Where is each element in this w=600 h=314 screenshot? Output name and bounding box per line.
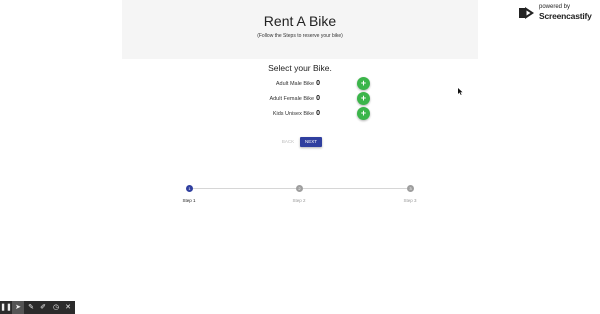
close-icon[interactable]: ✕ bbox=[62, 301, 74, 314]
pause-icon[interactable]: ❚❚ bbox=[0, 301, 12, 314]
step-1-label: Step 1 bbox=[182, 198, 196, 203]
cursor-icon[interactable]: ➤ bbox=[12, 301, 24, 314]
bike-count: 0 bbox=[316, 110, 320, 117]
back-button[interactable]: BACK bbox=[278, 137, 298, 147]
stepper-connector bbox=[193, 188, 296, 189]
bike-label: Adult Male Bike 0 bbox=[275, 80, 320, 87]
stepper-connector bbox=[303, 188, 407, 189]
add-kids-unisex-button[interactable]: + bbox=[357, 107, 370, 120]
add-adult-male-button[interactable]: + bbox=[357, 77, 370, 90]
recording-toolbar: ❚❚ ➤ ✎ ✐ ◷ ✕ bbox=[0, 301, 75, 314]
step-2-indicator: 2 bbox=[296, 185, 303, 192]
add-adult-female-button[interactable]: + bbox=[357, 92, 370, 105]
page-subtitle: (Follow the Steps to reserve your bike) bbox=[257, 33, 343, 39]
highlighter-icon[interactable]: ✐ bbox=[37, 301, 49, 314]
watermark-brand: Screencastify bbox=[539, 11, 592, 21]
step-1-indicator: 1 bbox=[186, 185, 193, 192]
mouse-cursor-icon bbox=[458, 88, 463, 95]
screencastify-watermark: powered by Screencastify bbox=[519, 3, 597, 21]
step-2-label: Step 2 bbox=[292, 198, 306, 203]
bike-label: Adult Female Bike 0 bbox=[269, 95, 320, 102]
pen-icon[interactable]: ✎ bbox=[25, 301, 37, 314]
watermark-powered-by: powered by bbox=[539, 4, 571, 10]
page-title: Rent A Bike bbox=[263, 13, 337, 29]
section-title: Select your Bike. bbox=[268, 63, 332, 73]
step-3-indicator: 3 bbox=[407, 185, 414, 192]
screencastify-logo-icon bbox=[519, 7, 534, 19]
bike-label: Kids Unisex Bike 0 bbox=[272, 110, 320, 117]
step-3-label: Step 3 bbox=[403, 198, 417, 203]
bike-row-kids-unisex: Kids Unisex Bike 0 + bbox=[0, 107, 600, 121]
bike-row-adult-male: Adult Male Bike 0 + bbox=[0, 77, 600, 91]
next-button[interactable]: NEXT bbox=[300, 137, 322, 147]
bike-count: 0 bbox=[316, 95, 320, 102]
timer-icon[interactable]: ◷ bbox=[50, 301, 62, 314]
page-header: Rent A Bike (Follow the Steps to reserve… bbox=[122, 0, 478, 59]
bike-row-adult-female: Adult Female Bike 0 + bbox=[0, 92, 600, 106]
bike-count: 0 bbox=[316, 80, 320, 87]
